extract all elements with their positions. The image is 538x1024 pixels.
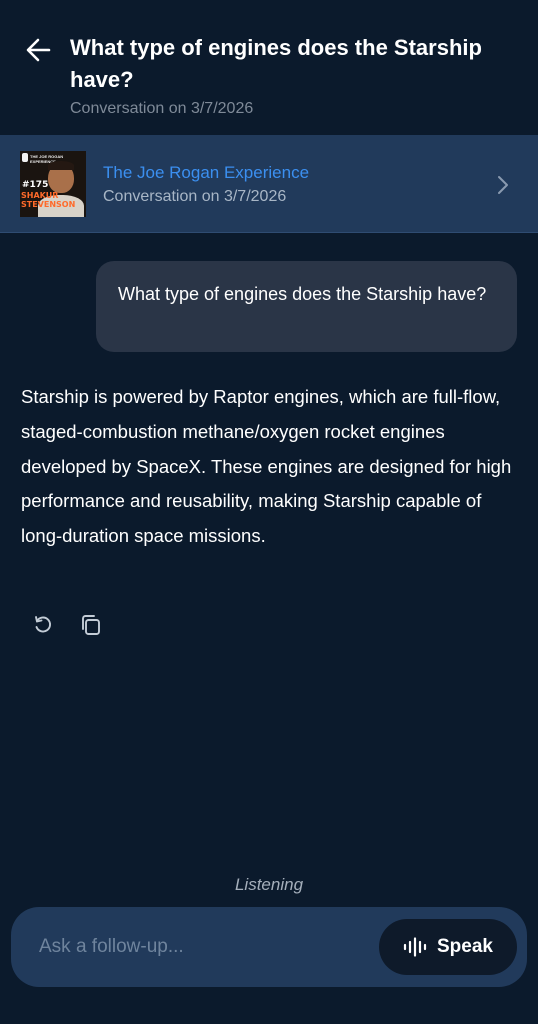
episode-number: #175 [22, 180, 49, 190]
header: What type of engines does the Starship h… [0, 0, 538, 134]
thumbnail-guest-hair [48, 161, 74, 170]
guest-name: SHAKUR STEVENSON [21, 191, 75, 209]
retry-icon[interactable] [31, 613, 55, 637]
podcast-subtitle: Conversation on 3/7/2026 [103, 188, 287, 205]
assistant-answer: Starship is powered by Raptor engines, w… [21, 386, 512, 547]
podcast-name[interactable]: The Joe Rogan Experience [103, 163, 309, 183]
back-arrow-icon[interactable] [22, 34, 54, 66]
page-title: What type of engines does the Starship h… [70, 35, 482, 92]
podcast-thumbnail: THE JOE ROGAN EXPERIENCE #175 SHAKUR STE… [20, 151, 86, 217]
guest-name-line-2: STEVENSON [21, 200, 76, 209]
speak-button[interactable]: Speak [379, 919, 517, 975]
copy-icon[interactable] [79, 613, 103, 637]
listening-status: Listening [234, 875, 304, 894]
follow-up-input-bar: Speak [11, 907, 527, 987]
chevron-right-icon [498, 176, 508, 194]
user-message-bubble: What type of engines does the Starship h… [96, 261, 517, 352]
speak-label: Speak [437, 936, 493, 957]
page-subtitle: Conversation on 3/7/2026 [70, 100, 254, 117]
podcast-card[interactable]: THE JOE ROGAN EXPERIENCE #175 SHAKUR STE… [0, 135, 538, 233]
microphone-icon [22, 153, 28, 162]
audio-waveform-icon [403, 937, 427, 957]
follow-up-input[interactable] [39, 929, 359, 965]
guest-name-line-1: SHAKUR [21, 191, 59, 200]
